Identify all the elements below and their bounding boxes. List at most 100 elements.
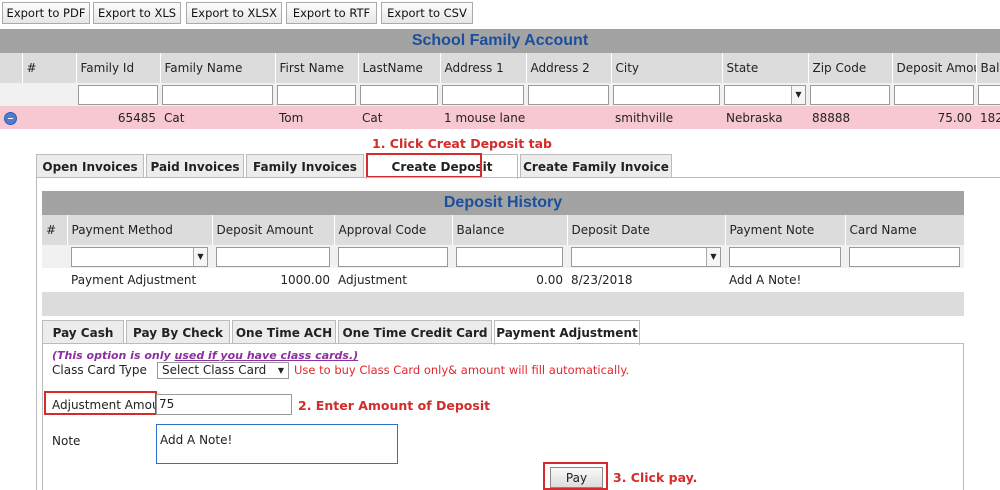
tab-family-invoices[interactable]: Family Invoices — [246, 154, 364, 178]
filter-address2[interactable] — [528, 84, 609, 105]
export-rtf-button[interactable]: Export to RTF — [286, 2, 377, 24]
note-textarea[interactable]: Add A Note! — [156, 424, 398, 464]
grid-header-zip[interactable]: Zip Code — [808, 53, 893, 83]
filter-state-select[interactable]: ▼ — [724, 84, 806, 105]
export-pdf-button[interactable]: Export to PDF — [2, 2, 90, 24]
cell-state: Nebraska — [722, 106, 808, 129]
adjustment-amount-input[interactable]: 75 — [156, 394, 292, 415]
tab-payment-adjustment[interactable]: Payment Adjustment — [494, 320, 640, 345]
grid-header-balance[interactable]: Balance — [976, 53, 1000, 83]
filter-city[interactable] — [613, 84, 720, 105]
dh-cell-balance: 0.00 — [452, 268, 567, 291]
export-xls-button[interactable]: Export to XLS — [93, 2, 181, 24]
chevron-down-icon[interactable]: ▼ — [791, 85, 805, 104]
collapse-row-icon[interactable] — [4, 111, 17, 125]
cell-balance: 182.75 — [976, 106, 1000, 129]
filter-family-id[interactable] — [78, 84, 158, 105]
dh-header-deposit-amount[interactable]: Deposit Amount — [212, 215, 335, 245]
dh-cell-approval-code: Adjustment — [334, 268, 452, 291]
grid-header-state[interactable]: State — [722, 53, 809, 83]
class-card-select[interactable]: Select Class Card ▼ — [157, 362, 289, 379]
grid-title: School Family Account — [0, 29, 1000, 53]
chevron-down-icon[interactable]: ▼ — [278, 363, 284, 378]
annotation-step2: 2. Enter Amount of Deposit — [298, 398, 491, 413]
dh-header-payment-note[interactable]: Payment Note — [725, 215, 846, 245]
cell-address1: 1 mouse lane — [440, 106, 526, 129]
class-card-type-label: Class Card Type — [52, 363, 147, 377]
filter-deposit-date-select[interactable]: ▼ — [571, 246, 721, 267]
filter-last-name[interactable] — [360, 84, 438, 105]
cell-index — [22, 106, 76, 129]
dh-header-deposit-date[interactable]: Deposit Date — [567, 215, 726, 245]
export-csv-button[interactable]: Export to CSV — [381, 2, 473, 24]
class-card-notice: (This option is only used if you have cl… — [52, 349, 358, 362]
deposit-history-table: # Payment Method Deposit Amount Approval… — [42, 215, 965, 291]
grid-header-first-name[interactable]: First Name — [275, 53, 359, 83]
grid-header-last-name[interactable]: LastName — [358, 53, 441, 83]
tab-create-family-invoice[interactable]: Create Family Invoice — [520, 154, 672, 178]
deposit-history-footer — [42, 292, 964, 316]
tab-pay-by-check[interactable]: Pay By Check — [126, 320, 230, 344]
filter-dh-deposit-amount[interactable] — [216, 246, 330, 267]
filter-cell-empty — [42, 245, 67, 268]
cell-last-name: Cat — [358, 106, 440, 129]
deposit-history-title: Deposit History — [42, 191, 964, 215]
dh-cell-payment-method: Payment Adjustment — [67, 268, 212, 291]
annotation-step1: 1. Click Creat Deposit tab — [372, 136, 552, 151]
dh-cell-index — [42, 268, 67, 291]
tab-one-time-credit-card[interactable]: One Time Credit Card — [338, 320, 492, 344]
grid-header-index[interactable]: # — [22, 53, 77, 83]
dh-header-balance[interactable]: Balance — [452, 215, 568, 245]
deposit-filter-row: ▼ ▼ — [42, 245, 964, 268]
dh-cell-deposit-date: 8/23/2018 — [567, 268, 725, 291]
highlight-create-deposit — [366, 153, 482, 178]
filter-address1[interactable] — [442, 84, 524, 105]
highlight-adjustment-amount — [44, 391, 157, 415]
tab-pay-cash[interactable]: Pay Cash — [42, 320, 124, 344]
table-row[interactable]: 65485 Cat Tom Cat 1 mouse lane smithvill… — [0, 106, 1000, 129]
grid-header-family-id[interactable]: Family Id — [76, 53, 161, 83]
grid-header-city[interactable]: City — [611, 53, 723, 83]
filter-approval-code[interactable] — [338, 246, 448, 267]
cell-address2 — [526, 106, 611, 129]
export-xlsx-button[interactable]: Export to XLSX — [186, 2, 282, 24]
filter-cell-empty — [22, 83, 76, 106]
pay-button[interactable]: Pay — [550, 467, 603, 488]
chevron-down-icon[interactable]: ▼ — [706, 247, 720, 266]
filter-balance[interactable] — [978, 84, 1000, 105]
cell-family-id: 65485 — [76, 106, 160, 129]
filter-payment-note[interactable] — [729, 246, 841, 267]
cell-city: smithville — [611, 106, 722, 129]
dh-header-card-name[interactable]: Card Name — [845, 215, 965, 245]
dh-header-payment-method[interactable]: Payment Method — [67, 215, 213, 245]
filter-card-name[interactable] — [849, 246, 960, 267]
dh-cell-deposit-amount: 1000.00 — [212, 268, 334, 291]
filter-zip[interactable] — [810, 84, 890, 105]
dh-header-approval-code[interactable]: Approval Code — [334, 215, 453, 245]
dh-cell-card-name — [845, 268, 964, 291]
notice-underlined-text: used if you have class cards.) — [174, 349, 359, 362]
filter-deposit-amount[interactable] — [894, 84, 974, 105]
tab-paid-invoices[interactable]: Paid Invoices — [146, 154, 244, 178]
dh-header-index[interactable]: # — [42, 215, 68, 245]
filter-family-name[interactable] — [162, 84, 273, 105]
grid-header-family-name[interactable]: Family Name — [160, 53, 276, 83]
export-toolbar: Export to PDF Export to XLS Export to XL… — [0, 0, 1000, 26]
filter-cell-empty — [0, 83, 22, 106]
tab-one-time-ach[interactable]: One Time ACH — [232, 320, 336, 344]
filter-payment-method-select[interactable]: ▼ — [71, 246, 208, 267]
family-account-table: # Family Id Family Name First Name LastN… — [0, 53, 1000, 129]
cell-zip: 88888 — [808, 106, 892, 129]
deposit-header-row: # Payment Method Deposit Amount Approval… — [42, 215, 965, 245]
grid-header-expand — [0, 53, 23, 83]
filter-first-name[interactable] — [277, 84, 356, 105]
tab-open-invoices[interactable]: Open Invoices — [36, 154, 144, 178]
class-card-select-value: Select Class Card — [162, 363, 267, 377]
grid-header-address1[interactable]: Address 1 — [440, 53, 527, 83]
table-row[interactable]: Payment Adjustment 1000.00 Adjustment 0.… — [42, 268, 964, 291]
grid-header-address2[interactable]: Address 2 — [526, 53, 612, 83]
grid-header-deposit-amount[interactable]: Deposit Amoun — [892, 53, 977, 83]
chevron-down-icon[interactable]: ▼ — [193, 247, 207, 266]
cell-family-name: Cat — [160, 106, 275, 129]
filter-dh-balance[interactable] — [456, 246, 563, 267]
